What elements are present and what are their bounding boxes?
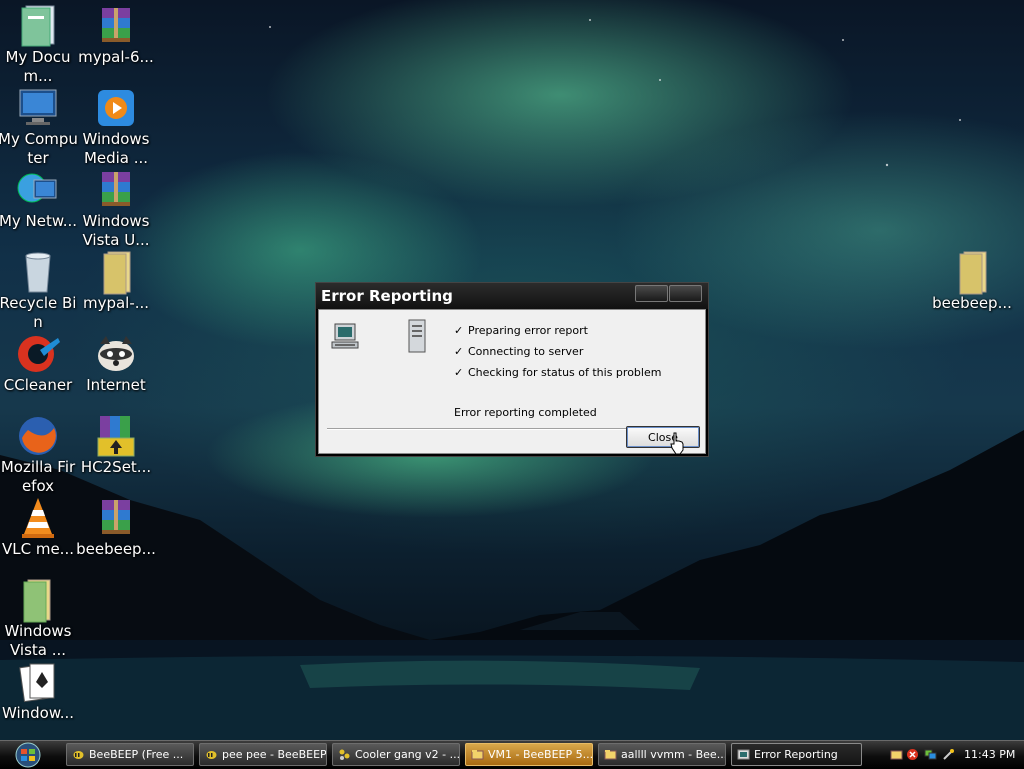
desktop: My Docum... My Computer My Netw... Recyc… — [0, 0, 1024, 740]
desktop-icon-label: Windows Media ... — [82, 130, 150, 167]
checkmark-icon: ✓ — [454, 345, 464, 358]
folder-icon — [103, 251, 131, 295]
step-label: Checking for status of this problem — [468, 366, 662, 379]
desktop-icon-mypal-archive[interactable]: mypal-6... — [76, 2, 156, 67]
desktop-icon-label: My Computer — [0, 130, 78, 167]
winrar-archive-icon — [102, 172, 130, 206]
beebeep-tray-icon[interactable] — [890, 748, 903, 761]
desktop-icon-label: Internet — [86, 376, 146, 394]
taskbar-item[interactable]: Error Reporting — [731, 743, 862, 766]
taskbar-item-label: Error Reporting — [754, 748, 838, 761]
taskbar: BeeBEEP (Free ... pee pee - BeeBEEP Cool… — [0, 740, 1024, 769]
media-player-icon — [98, 90, 134, 126]
desktop-icon-my-computer[interactable]: My Computer — [0, 84, 78, 168]
desktop-icon-my-documents[interactable]: My Docum... — [0, 2, 78, 86]
beebeep-folder-icon — [604, 750, 617, 760]
magic-wand-icon[interactable] — [942, 748, 955, 761]
taskbar-item[interactable]: Cooler gang v2 - ... — [332, 743, 460, 766]
desktop-icon-label: mypal-6... — [78, 48, 154, 66]
folder-icon — [23, 579, 51, 623]
desktop-icon-vlc[interactable]: VLC me... — [0, 494, 78, 559]
taskbar-item[interactable]: VM1 - BeeBEEP 5... — [465, 743, 593, 766]
taskbar-item-label: BeeBEEP (Free ... — [89, 748, 184, 761]
error-reporting-dialog: Error Reporting ✓ Preparing error report … — [315, 282, 709, 457]
taskbar-item-label: Cooler gang v2 - ... — [355, 748, 460, 761]
winrar-archive-icon — [102, 500, 130, 534]
winrar-archive-icon — [102, 8, 130, 42]
security-alert-icon[interactable] — [906, 748, 919, 761]
desktop-icon-beebeep-archive[interactable]: beebeep... — [76, 494, 156, 559]
desktop-icon-mypal-folder[interactable]: mypal-... — [76, 248, 156, 313]
group-chat-icon — [339, 749, 350, 760]
raccoon-browser-icon — [98, 336, 134, 371]
minimize-button[interactable] — [635, 285, 668, 302]
desktop-icon-label: Recycle Bin — [0, 294, 77, 331]
clock[interactable]: 11:43 PM — [964, 748, 1015, 761]
desktop-icon-label: beebeep... — [932, 294, 1012, 312]
beebeep-icon — [73, 751, 84, 759]
winrar-installer-icon — [97, 416, 135, 457]
desktop-icon-ccleaner[interactable]: CCleaner — [0, 330, 78, 395]
desktop-icon-hc2setup[interactable]: HC2Set... — [76, 412, 156, 477]
dialog-client: ✓ Preparing error report ✓ Connecting to s… — [318, 309, 706, 454]
vlc-cone-icon — [22, 498, 54, 538]
step-item: ✓ Connecting to server — [454, 341, 661, 362]
desktop-icon-my-network[interactable]: My Netw... — [0, 166, 78, 231]
step-item: ✓ Preparing error report — [454, 320, 661, 341]
taskbar-item[interactable]: BeeBEEP (Free ... — [66, 743, 194, 766]
close-button[interactable]: Close — [626, 426, 700, 448]
step-label: Preparing error report — [468, 324, 588, 337]
close-window-button[interactable] — [669, 285, 702, 302]
desktop-icon-firefox[interactable]: Mozilla Firefox — [0, 412, 78, 496]
status-text: Error reporting completed — [454, 406, 597, 419]
desktop-icon-label: mypal-... — [82, 294, 150, 312]
desktop-icon-label: My Docum... — [5, 48, 71, 85]
error-reporting-icon — [737, 749, 750, 760]
desktop-icon-label: HC2Set... — [80, 458, 152, 476]
beebeep-folder-icon — [471, 750, 484, 760]
taskbar-item[interactable]: pee pee - BeeBEEP — [199, 743, 327, 766]
checkmark-icon: ✓ — [454, 366, 464, 379]
desktop-icon-windows-vista-folder[interactable]: Windows Vista ... — [0, 576, 78, 660]
desktop-icon-label: beebeep... — [76, 540, 156, 558]
progress-steps: ✓ Preparing error report ✓ Connecting to s… — [454, 320, 661, 383]
server-icon — [408, 319, 426, 353]
desktop-icon-windows-media[interactable]: Windows Media ... — [76, 84, 156, 168]
start-orb-icon[interactable] — [8, 741, 48, 769]
solitaire-cards-icon — [19, 663, 55, 703]
documents-folder-icon — [21, 5, 55, 47]
dialog-titlebar[interactable]: Error Reporting — [316, 283, 708, 309]
desktop-icon-label: CCleaner — [3, 376, 73, 394]
titlebar-buttons — [634, 285, 702, 302]
desktop-icon-label: Window... — [1, 704, 75, 722]
desktop-icon-solitaire[interactable]: Window... — [0, 658, 78, 723]
step-item: ✓ Checking for status of this problem — [454, 362, 661, 383]
folder-icon — [959, 251, 987, 295]
desktop-icon-windows-vista-update[interactable]: Windows Vista U... — [76, 166, 156, 250]
dialog-title: Error Reporting — [321, 287, 453, 305]
desktop-icon-beebeep-folder[interactable]: beebeep... — [932, 248, 1012, 313]
ccleaner-icon — [18, 336, 60, 372]
taskbar-item-label: aallll vvmm - Bee... — [621, 748, 726, 761]
firefox-icon — [19, 417, 57, 455]
recycle-bin-icon — [25, 252, 51, 293]
checkmark-icon: ✓ — [454, 324, 464, 337]
taskbar-item-label: pee pee - BeeBEEP — [222, 748, 327, 761]
network-icon[interactable] — [924, 748, 937, 761]
desktop-icon-label: Windows Vista ... — [4, 622, 72, 659]
computer-icon — [19, 89, 57, 125]
desktop-icon-recycle-bin[interactable]: Recycle Bin — [0, 248, 78, 332]
computer-icon — [331, 323, 359, 349]
taskbar-item-label: VM1 - BeeBEEP 5... — [488, 748, 593, 761]
desktop-icon-label: My Netw... — [0, 212, 78, 230]
desktop-icon-label: VLC me... — [1, 540, 74, 558]
desktop-icon-label: Mozilla Firefox — [0, 458, 76, 495]
desktop-icon-label: Windows Vista U... — [82, 212, 150, 249]
beebeep-icon — [206, 751, 217, 759]
taskbar-item[interactable]: aallll vvmm - Bee... — [598, 743, 726, 766]
network-globe-icon — [17, 173, 57, 203]
step-label: Connecting to server — [468, 345, 584, 358]
desktop-icon-internet[interactable]: Internet — [76, 330, 156, 395]
mouse-cursor-icon — [670, 432, 684, 455]
